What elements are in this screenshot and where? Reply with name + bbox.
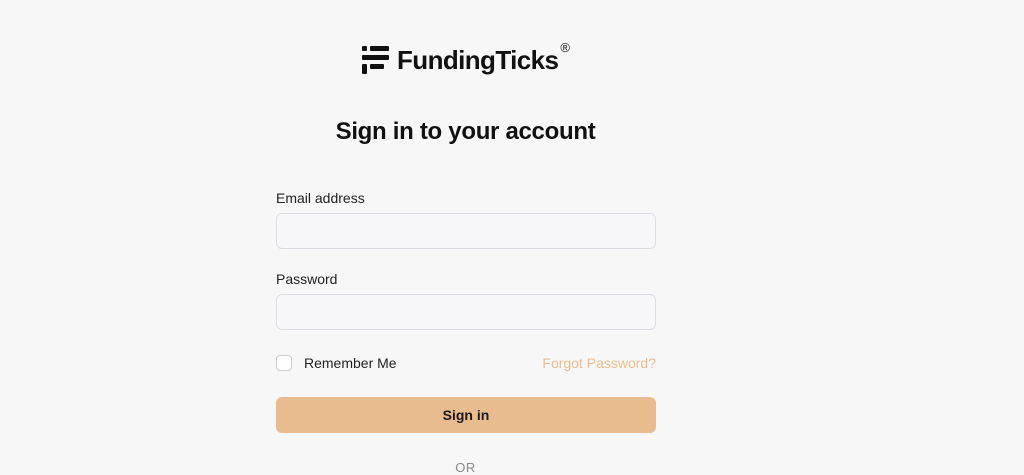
forgot-password-link[interactable]: Forgot Password? [542, 355, 656, 371]
password-label: Password [276, 271, 338, 287]
or-divider: OR [455, 460, 476, 475]
remember-me-label[interactable]: Remember Me [304, 355, 397, 371]
sign-in-page: FundingTicks ® Sign in to your account E… [0, 0, 1024, 475]
sign-in-button[interactable]: Sign in [276, 397, 656, 433]
email-label: Email address [276, 190, 365, 206]
remember-me-row: Remember Me [276, 354, 397, 372]
registered-mark: ® [560, 40, 570, 55]
fundingticks-logo-icon [362, 46, 389, 74]
remember-me-checkbox[interactable] [276, 355, 292, 371]
password-field[interactable] [276, 294, 656, 330]
email-field[interactable] [276, 213, 656, 249]
page-title: Sign in to your account [335, 118, 596, 145]
brand-logo[interactable]: FundingTicks ® [362, 40, 570, 78]
brand-name: FundingTicks [397, 45, 559, 75]
